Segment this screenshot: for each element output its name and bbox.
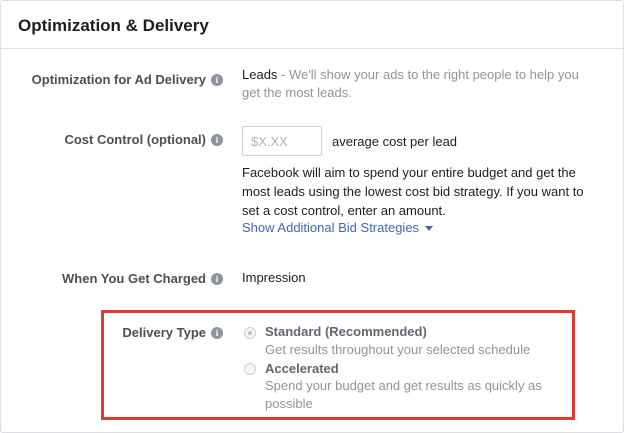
cost-control-label-row: Cost Control (optional) i bbox=[64, 132, 223, 147]
option-standard-title[interactable]: Standard (Recommended) bbox=[265, 324, 427, 339]
show-bid-strategies-label: Show Additional Bid Strategies bbox=[242, 220, 420, 235]
option-accelerated-description: Spend your budget and get results as qui… bbox=[265, 378, 542, 411]
info-icon[interactable]: i bbox=[211, 272, 223, 285]
show-bid-strategies-link[interactable]: Show Additional Bid Strategies bbox=[242, 220, 434, 235]
optimization-label-row: Optimization for Ad Delivery i bbox=[32, 72, 223, 87]
delivery-type-label-row: Delivery Type i bbox=[122, 325, 223, 340]
option-standard-description: Get results throughout your selected sch… bbox=[265, 342, 531, 357]
optimization-description: - We'll show your ads to the right peopl… bbox=[242, 67, 579, 100]
cost-control-input[interactable] bbox=[242, 126, 322, 156]
cost-control-help: Facebook will aim to spend your entire b… bbox=[242, 165, 584, 218]
charged-value: Impression bbox=[242, 270, 306, 285]
radio-standard[interactable] bbox=[244, 327, 256, 339]
optimization-label: Optimization for Ad Delivery bbox=[31, 72, 206, 87]
radio-accelerated[interactable] bbox=[244, 363, 256, 375]
optimization-goal: Leads bbox=[242, 67, 278, 82]
option-accelerated-title[interactable]: Accelerated bbox=[265, 361, 339, 376]
charged-label: When You Get Charged bbox=[62, 271, 206, 286]
info-icon[interactable]: i bbox=[211, 326, 223, 339]
info-icon[interactable]: i bbox=[211, 73, 223, 86]
optimization-delivery-card: Optimization & Delivery Optimization for… bbox=[0, 0, 624, 433]
section-title: Optimization & Delivery bbox=[18, 16, 209, 35]
charged-label-row: When You Get Charged i bbox=[62, 271, 223, 286]
optimization-value: Leads - We'll show your ads to the right… bbox=[242, 66, 592, 102]
info-icon[interactable]: i bbox=[211, 133, 223, 146]
delivery-type-label: Delivery Type bbox=[122, 325, 206, 340]
cost-control-suffix: average cost per lead bbox=[332, 134, 458, 149]
caret-down-icon bbox=[425, 226, 434, 232]
cost-control-label: Cost Control (optional) bbox=[64, 132, 206, 147]
card-header: Optimization & Delivery bbox=[1, 1, 623, 49]
